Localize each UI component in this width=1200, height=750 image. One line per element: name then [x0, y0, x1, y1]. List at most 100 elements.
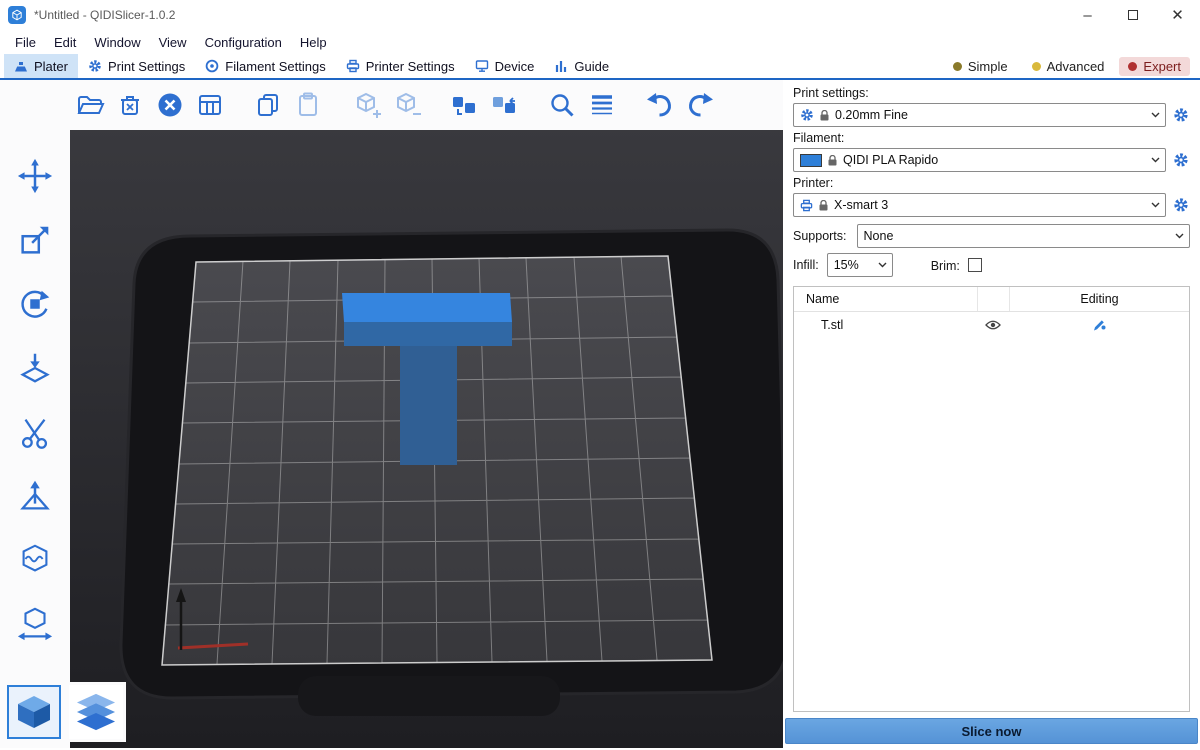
eye-icon [985, 319, 1001, 331]
redo-icon [685, 90, 715, 120]
top-toolbar [0, 80, 783, 130]
right-sidebar: Print settings: 0.20mm Fine Filament: [783, 80, 1200, 748]
column-eye [977, 287, 1009, 311]
filament-combo[interactable]: QIDI PLA Rapido [793, 148, 1166, 172]
maximize-button[interactable] [1110, 0, 1155, 30]
column-name: Name [794, 287, 977, 311]
add-instance-button[interactable] [348, 85, 384, 125]
brim-label: Brim: [931, 259, 960, 273]
mode-label: Simple [968, 59, 1008, 74]
paint-support-tool-button[interactable] [13, 474, 57, 518]
paste-icon [293, 90, 323, 120]
seam-tool-button[interactable] [13, 538, 57, 582]
menu-file[interactable]: File [6, 35, 45, 50]
tab-print-settings[interactable]: Print Settings [78, 54, 195, 78]
editor-view-cube-icon [14, 692, 54, 732]
viewport-3d-scene[interactable] [0, 80, 783, 748]
filament-gear-button[interactable] [1172, 152, 1190, 168]
delete-all-button[interactable] [152, 85, 188, 125]
editor-view-thumbnail[interactable] [7, 685, 61, 739]
search-button[interactable] [544, 85, 580, 125]
tab-guide[interactable]: Guide [544, 54, 619, 78]
variable-layer-height-button[interactable] [584, 85, 620, 125]
gear-icon [800, 108, 814, 122]
edit-icon [1092, 318, 1106, 332]
split-objects-icon [449, 90, 479, 120]
supports-combo[interactable]: None [857, 224, 1190, 248]
object-list-header: Name Editing [794, 287, 1189, 312]
layer-height-icon [587, 90, 617, 120]
tab-filament-settings[interactable]: Filament Settings [195, 54, 335, 78]
supports-label: Supports: [793, 229, 847, 243]
remove-instance-button[interactable] [388, 85, 424, 125]
measure-tool-button[interactable] [13, 602, 57, 646]
lock-icon [828, 155, 837, 166]
left-toolbar [0, 130, 70, 748]
place-on-face-tool-button[interactable] [13, 346, 57, 390]
print-settings-label: Print settings: [793, 86, 1190, 100]
gear-icon [1173, 197, 1189, 213]
infill-value: 15% [834, 258, 859, 272]
rotate-icon [16, 285, 54, 323]
redo-button[interactable] [682, 85, 718, 125]
menu-edit[interactable]: Edit [45, 35, 85, 50]
menu-configuration[interactable]: Configuration [196, 35, 291, 50]
chevron-down-icon [1151, 112, 1160, 118]
minimize-button[interactable]: – [1065, 0, 1110, 30]
mode-simple[interactable]: Simple [944, 57, 1017, 76]
filament-label: Filament: [793, 131, 1190, 145]
object-list: Name Editing T.stl [793, 286, 1190, 712]
split-to-objects-button[interactable] [446, 85, 482, 125]
printer-combo[interactable]: X-smart 3 [793, 193, 1166, 217]
open-project-button[interactable] [72, 85, 108, 125]
menu-help[interactable]: Help [291, 35, 336, 50]
column-editing: Editing [1009, 287, 1189, 311]
mode-label: Advanced [1047, 59, 1105, 74]
menu-view[interactable]: View [150, 35, 196, 50]
split-parts-icon [489, 90, 519, 120]
undo-button[interactable] [642, 85, 678, 125]
close-button[interactable]: ✕ [1155, 0, 1200, 30]
tab-device[interactable]: Device [465, 54, 545, 78]
gear-icon [1173, 107, 1189, 123]
delete-button[interactable] [112, 85, 148, 125]
arrange-button[interactable] [192, 85, 228, 125]
object-list-row[interactable]: T.stl [794, 312, 1189, 338]
mode-expert[interactable]: Expert [1119, 57, 1190, 76]
copy-button[interactable] [250, 85, 286, 125]
brim-checkbox[interactable] [968, 258, 982, 272]
paste-button[interactable] [290, 85, 326, 125]
rotate-tool-button[interactable] [13, 282, 57, 326]
menu-bar: File Edit Window View Configuration Help [0, 30, 1200, 54]
filament-color-swatch [800, 154, 822, 167]
tab-label: Printer Settings [366, 59, 455, 74]
print-settings-gear-button[interactable] [1172, 107, 1190, 123]
delete-all-icon [155, 90, 185, 120]
slice-now-button[interactable]: Slice now [785, 718, 1198, 744]
mode-advanced[interactable]: Advanced [1023, 57, 1114, 76]
split-to-parts-button[interactable] [486, 85, 522, 125]
print-settings-combo[interactable]: 0.20mm Fine [793, 103, 1166, 127]
app-logo-icon [8, 6, 26, 24]
title-bar: *Untitled - QIDISlicer-1.0.2 – ✕ [0, 0, 1200, 30]
view-mode-thumbnails [4, 682, 126, 742]
menu-window[interactable]: Window [85, 35, 149, 50]
printer-gear-button[interactable] [1172, 197, 1190, 213]
preview-view-thumbnail[interactable] [69, 685, 123, 739]
move-tool-button[interactable] [13, 154, 57, 198]
cut-tool-button[interactable] [13, 410, 57, 454]
tab-label: Filament Settings [225, 59, 325, 74]
chevron-down-icon [878, 262, 887, 268]
tab-printer-settings[interactable]: Printer Settings [336, 54, 465, 78]
edit-object-button[interactable] [1009, 312, 1189, 338]
scale-tool-button[interactable] [13, 218, 57, 262]
printer-value: X-smart 3 [834, 198, 888, 212]
tab-plater[interactable]: Plater [4, 54, 78, 78]
move-icon [16, 157, 54, 195]
infill-label: Infill: [793, 258, 819, 272]
viewport-3d[interactable] [0, 80, 783, 748]
chevron-down-icon [1175, 233, 1184, 239]
infill-combo[interactable]: 15% [827, 253, 893, 277]
visibility-toggle[interactable] [977, 312, 1009, 338]
guide-icon [554, 60, 568, 73]
